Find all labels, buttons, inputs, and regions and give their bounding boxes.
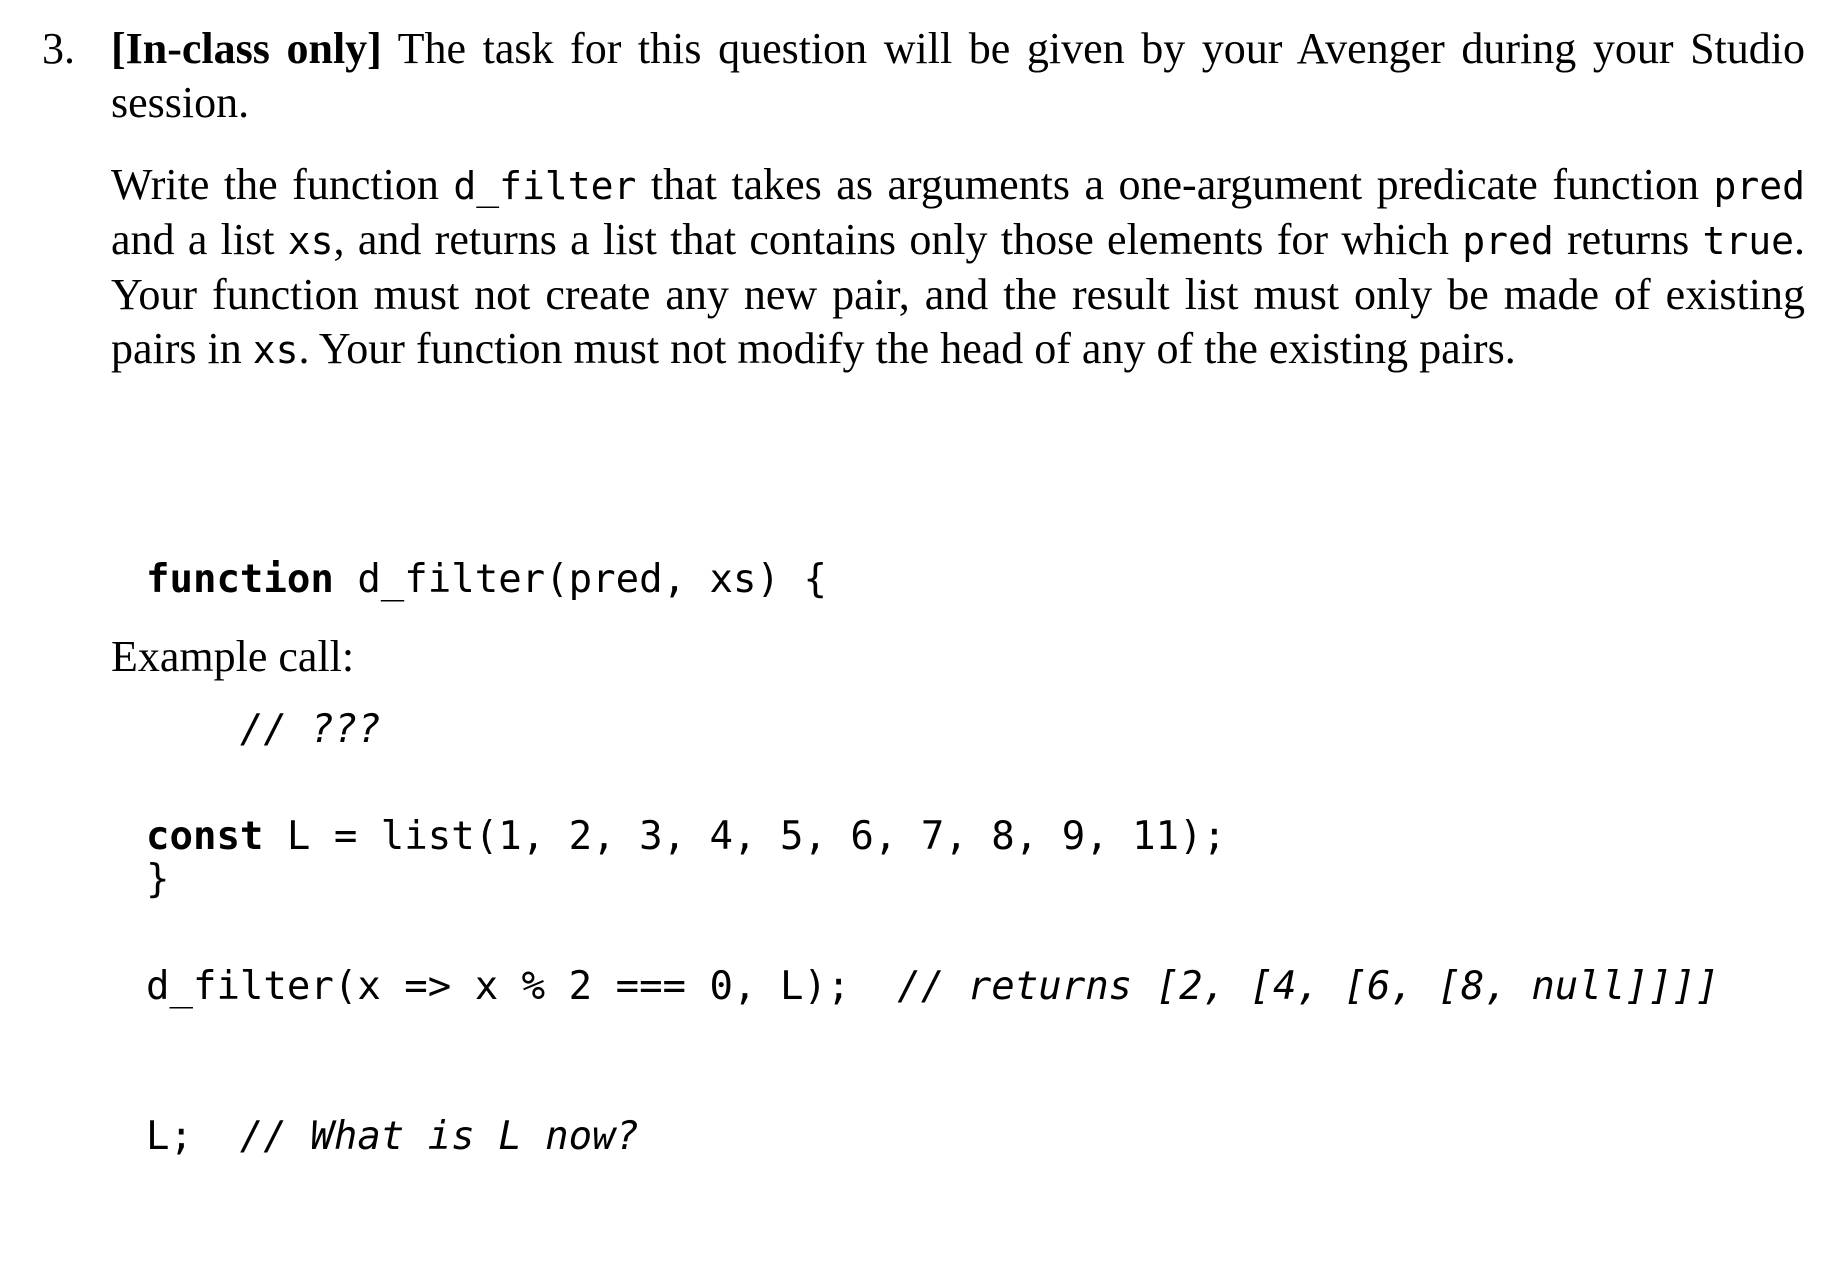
inline-code-xs-2: xs xyxy=(252,328,299,372)
desc-text-7: . Your function must not modify the head… xyxy=(298,324,1516,373)
desc-text-1: Write the function xyxy=(111,160,454,209)
inline-code-xs: xs xyxy=(287,219,334,263)
example-label: Example call: xyxy=(111,632,355,681)
keyword-function: function xyxy=(146,557,334,602)
example-line-1-rest: L = list(1, 2, 3, 4, 5, 6, 7, 8, 9, 11); xyxy=(263,814,1227,859)
desc-text-5: returns xyxy=(1553,215,1703,264)
in-class-tag: [In-class only] xyxy=(111,24,382,73)
example-line-3-code: L; xyxy=(146,1114,240,1159)
task-description: Write the function d_filter that takes a… xyxy=(111,158,1805,377)
example-line-3-comment: // What is L now? xyxy=(239,1114,640,1159)
keyword-const: const xyxy=(146,814,264,859)
question-number: 3. xyxy=(42,24,75,73)
document-page: 3. [In-class only] The task for this que… xyxy=(0,0,1840,1159)
desc-text-3: and a list xyxy=(111,215,288,264)
example-line-3: L; // What is L now? xyxy=(146,1112,1719,1162)
example-line-2-comment: // returns [2, [4, [6, [8, null]]]] xyxy=(897,964,1720,1009)
example-code: const L = list(1, 2, 3, 4, 5, 6, 7, 8, 9… xyxy=(146,712,1719,1262)
desc-text-2: that takes as arguments a one-argument p… xyxy=(636,160,1714,209)
inline-code-d-filter: d_filter xyxy=(453,164,637,208)
inline-code-pred: pred xyxy=(1713,164,1805,208)
inline-code-pred-2: pred xyxy=(1462,219,1554,263)
function-signature: d_filter(pred, xs) { xyxy=(333,557,827,602)
code-line-signature: function d_filter(pred, xs) { xyxy=(146,555,827,605)
example-line-1: const L = list(1, 2, 3, 4, 5, 6, 7, 8, 9… xyxy=(146,812,1719,862)
example-line-2: d_filter(x => x % 2 === 0, L); // return… xyxy=(146,962,1719,1012)
inline-code-true: true xyxy=(1702,219,1795,263)
question-intro: [In-class only] The task for this questi… xyxy=(111,22,1805,130)
example-line-2-code: d_filter(x => x % 2 === 0, L); xyxy=(146,964,898,1009)
desc-text-4: , and returns a list that contains only … xyxy=(333,215,1463,264)
